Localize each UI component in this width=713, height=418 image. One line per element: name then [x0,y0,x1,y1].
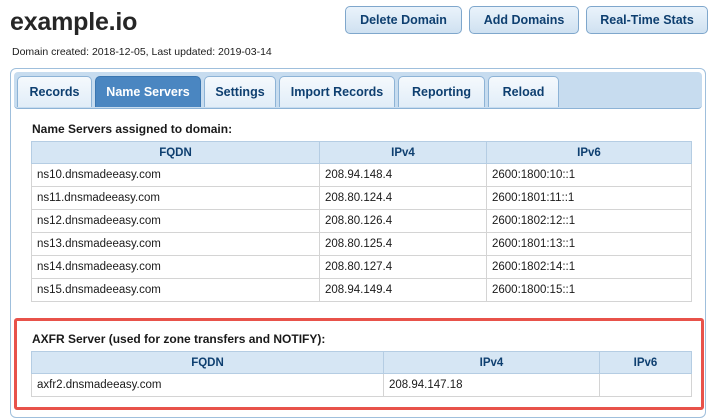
tab-reporting[interactable]: Reporting [398,76,485,107]
add-domains-button[interactable]: Add Domains [469,6,579,34]
fqdn-cell: axfr2.dnsmadeeasy.com [31,373,384,397]
ipv4-cell: 208.94.147.18 [383,373,600,397]
table-row: ns12.dnsmadeeasy.com 208.80.126.4 2600:1… [31,209,692,233]
ipv6-cell: 2600:1801:13::1 [486,232,692,256]
column-header-fqdn[interactable]: FQDN [31,351,384,374]
fqdn-cell: ns10.dnsmadeeasy.com [31,163,320,187]
tab-records[interactable]: Records [17,76,92,107]
column-header-ipv4[interactable]: IPv4 [319,141,487,164]
table-row: ns10.dnsmadeeasy.com 208.94.148.4 2600:1… [31,163,692,187]
axfr-heading: AXFR Server (used for zone transfers and… [32,332,326,346]
column-header-fqdn[interactable]: FQDN [31,141,320,164]
column-header-ipv6[interactable]: IPv6 [486,141,692,164]
ipv6-cell [599,373,692,397]
page-title: example.io [10,8,138,36]
table-row: ns13.dnsmadeeasy.com 208.80.125.4 2600:1… [31,232,692,256]
fqdn-cell: ns11.dnsmadeeasy.com [31,186,320,210]
table-header-row: FQDN IPv4 IPv6 [31,351,692,374]
fqdn-cell: ns12.dnsmadeeasy.com [31,209,320,233]
tab-reload[interactable]: Reload [488,76,559,107]
ipv6-cell: 2600:1800:10::1 [486,163,692,187]
ipv4-cell: 208.80.124.4 [319,186,487,210]
ipv4-cell: 208.80.126.4 [319,209,487,233]
domain-dates: Domain created: 2018-12-05, Last updated… [12,46,272,58]
tab-settings[interactable]: Settings [204,76,276,107]
table-row: ns15.dnsmadeeasy.com 208.94.149.4 2600:1… [31,278,692,302]
table-row: ns11.dnsmadeeasy.com 208.80.124.4 2600:1… [31,186,692,210]
fqdn-cell: ns15.dnsmadeeasy.com [31,278,320,302]
axfr-table: FQDN IPv4 IPv6 axfr2.dnsmadeeasy.com 208… [31,351,692,397]
ipv6-cell: 2600:1800:15::1 [486,278,692,302]
realtime-stats-button[interactable]: Real-Time Stats [586,6,708,34]
ipv4-cell: 208.94.149.4 [319,278,487,302]
ipv6-cell: 2600:1801:11::1 [486,186,692,210]
ipv4-cell: 208.94.148.4 [319,163,487,187]
delete-domain-button[interactable]: Delete Domain [345,6,462,34]
ipv4-cell: 208.80.125.4 [319,232,487,256]
table-row: axfr2.dnsmadeeasy.com 208.94.147.18 [31,373,692,397]
tab-name-servers[interactable]: Name Servers [95,76,201,107]
fqdn-cell: ns14.dnsmadeeasy.com [31,255,320,279]
domain-panel: Records Name Servers Settings Import Rec… [10,68,706,418]
ipv4-cell: 208.80.127.4 [319,255,487,279]
ipv6-cell: 2600:1802:12::1 [486,209,692,233]
ipv6-cell: 2600:1802:14::1 [486,255,692,279]
column-header-ipv4[interactable]: IPv4 [383,351,600,374]
name-servers-table: FQDN IPv4 IPv6 ns10.dnsmadeeasy.com 208.… [31,141,692,302]
tab-bar: Records Name Servers Settings Import Rec… [14,72,702,109]
table-header-row: FQDN IPv4 IPv6 [31,141,692,164]
name-servers-heading: Name Servers assigned to domain: [32,122,233,136]
fqdn-cell: ns13.dnsmadeeasy.com [31,232,320,256]
table-row: ns14.dnsmadeeasy.com 208.80.127.4 2600:1… [31,255,692,279]
column-header-ipv6[interactable]: IPv6 [599,351,692,374]
tab-import-records[interactable]: Import Records [279,76,395,107]
